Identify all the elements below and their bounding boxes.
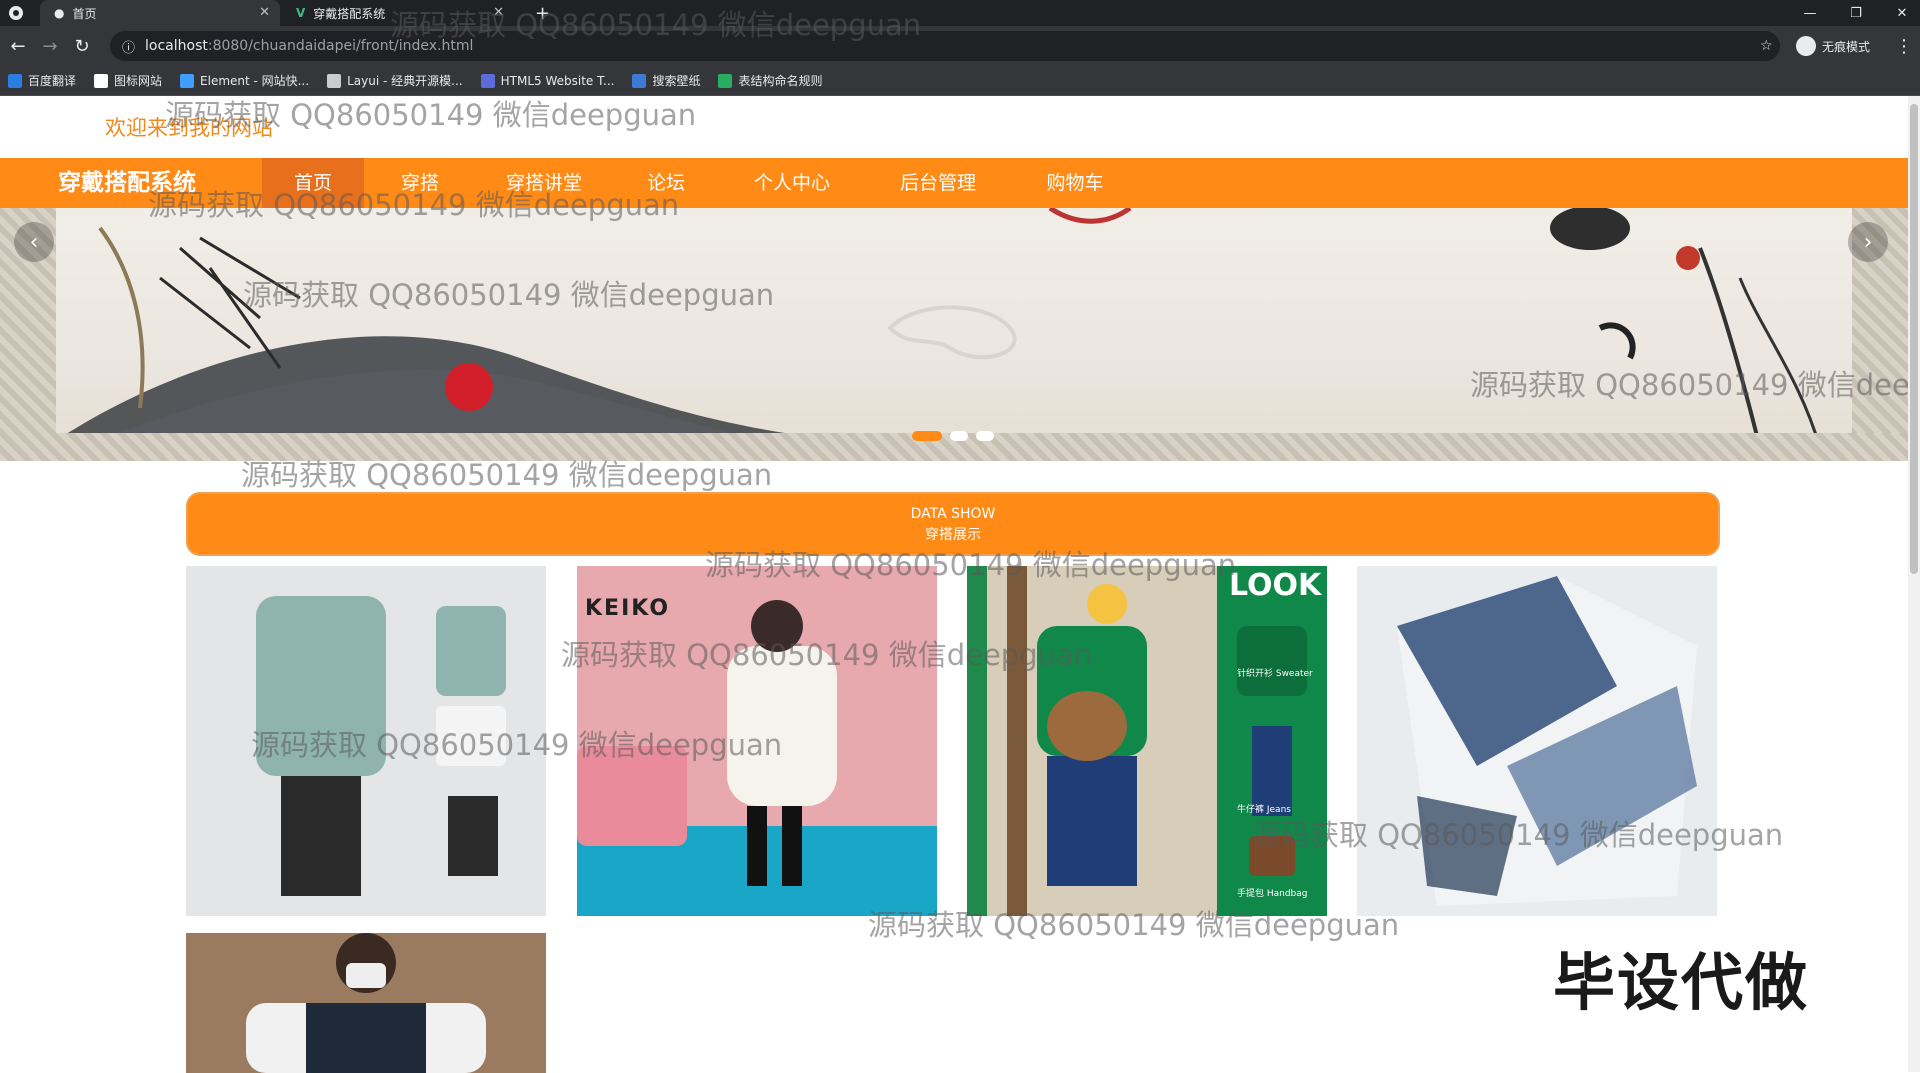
bookmark-item[interactable]: 图标网站: [94, 72, 162, 89]
tab-home[interactable]: ● 首页 ✕: [40, 0, 280, 26]
brand-title: 穿戴搭配系统: [58, 170, 196, 196]
bookmark-icon: [8, 73, 22, 88]
carousel-next-icon[interactable]: ›: [1848, 222, 1888, 262]
look-label: LOOK: [1229, 568, 1322, 603]
page-scrollbar[interactable]: [1908, 96, 1920, 1072]
bookmark-item[interactable]: 表结构命名规则: [718, 72, 822, 89]
carousel-dot[interactable]: [950, 431, 968, 441]
bookmark-icon: [632, 73, 647, 88]
bookmarks-bar: 百度翻译 图标网站 Element - 网站快... Layui - 经典开源模...…: [0, 66, 1920, 96]
nav-item-lectures[interactable]: 穿搭讲堂: [494, 158, 594, 208]
tab-system[interactable]: V 穿戴搭配系统 ✕: [284, 0, 514, 26]
nav-item-cart[interactable]: 购物车: [1035, 158, 1115, 208]
bookmark-item[interactable]: Layui - 经典开源模...: [327, 72, 463, 89]
nav-item-admin[interactable]: 后台管理: [888, 158, 988, 208]
incognito-icon: [1796, 36, 1816, 56]
seal-icon: [445, 363, 493, 411]
bookmark-label: 图标网站: [114, 74, 163, 88]
product-card-varsity-jacket[interactable]: [186, 933, 546, 1073]
address-bar-row: ← → ↻ ⓘ localhost:8080/chuandaidapei/fro…: [0, 26, 1920, 66]
section-title-en: DATA SHOW: [910, 506, 996, 522]
carousel-prev-icon[interactable]: ‹: [14, 222, 54, 262]
minimize-icon[interactable]: —: [1792, 0, 1828, 26]
browser-menu-icon[interactable]: [8, 0, 30, 26]
back-icon[interactable]: ←: [6, 34, 30, 58]
section-title-cn: 穿搭展示: [925, 527, 981, 543]
section-header: DATA SHOW 穿搭展示: [186, 492, 1720, 556]
tag-sweater: 针织开衫 Sweater: [1237, 669, 1313, 679]
product-card-green-sweater[interactable]: LOOK 针织开衫 Sweater 牛仔裤 Jeans 手提包 Handbag: [967, 566, 1327, 916]
forward-icon[interactable]: →: [38, 34, 62, 58]
product-card-white-coat[interactable]: KEIKO: [577, 566, 937, 916]
product-image: [256, 596, 506, 896]
restore-icon[interactable]: ❐: [1838, 0, 1874, 26]
welcome-text: 欢迎来到我的网站: [105, 116, 273, 140]
product-image: [967, 566, 1327, 916]
main-nav: 穿戴搭配系统 首页 穿搭 穿搭讲堂 论坛 个人中心 后台管理 购物车: [0, 158, 1908, 208]
promo-stamp: 毕设代做: [1553, 946, 1810, 1019]
bookmark-label: 表结构命名规则: [738, 74, 823, 88]
url-host: localhost: [145, 38, 208, 54]
banner-carousel: ‹ ›: [0, 208, 1908, 461]
info-icon: ⓘ: [122, 40, 136, 56]
nav-item-home[interactable]: 首页: [262, 158, 364, 208]
bookmark-label: Element - 网站快...: [200, 74, 310, 88]
vue-icon: V: [296, 6, 306, 20]
url-input[interactable]: ⓘ localhost:8080/chuandaidapei/front/ind…: [110, 31, 1780, 61]
new-tab-button[interactable]: +: [535, 0, 557, 26]
bookmark-icon: [94, 73, 109, 88]
bookmark-icon: [180, 73, 195, 88]
nav-item-outfits[interactable]: 穿搭: [390, 158, 450, 208]
bookmark-item[interactable]: Element - 网站快...: [180, 72, 309, 89]
carousel-dot[interactable]: [976, 431, 994, 441]
browser-tabstrip: ● 首页 ✕ V 穿戴搭配系统 ✕ + — ❐ ✕: [0, 0, 1920, 26]
tag-handbag: 手提包 Handbag: [1237, 889, 1308, 899]
scrollbar-thumb[interactable]: [1910, 104, 1918, 574]
product-image: [1397, 576, 1697, 906]
bookmark-icon: [480, 73, 495, 88]
close-icon[interactable]: ✕: [493, 5, 504, 20]
product-image: [186, 933, 546, 1073]
nav-item-forum[interactable]: 论坛: [636, 158, 696, 208]
tab-title: 穿戴搭配系统: [313, 6, 386, 21]
tab-title: 首页: [72, 6, 97, 21]
product-card-jacket-set[interactable]: [186, 566, 546, 916]
carousel-dot[interactable]: [912, 431, 942, 441]
globe-icon: ●: [54, 6, 65, 20]
close-icon[interactable]: ✕: [259, 5, 270, 20]
more-menu-icon[interactable]: ⋮: [1892, 34, 1916, 58]
banner-ink-painting: [60, 208, 1822, 449]
tag-jeans: 牛仔裤 Jeans: [1237, 805, 1291, 815]
star-icon[interactable]: ☆: [1760, 38, 1773, 54]
url-path: :8080/chuandaidapei/front/index.html: [207, 38, 474, 54]
bookmark-icon: [718, 73, 733, 88]
bookmark-label: Layui - 经典开源模...: [347, 74, 463, 88]
nav-item-profile[interactable]: 个人中心: [742, 158, 842, 208]
reload-icon[interactable]: ↻: [70, 34, 94, 58]
brand-logo: KEIKO: [585, 596, 671, 621]
incognito-indicator[interactable]: 无痕模式: [1796, 36, 1870, 56]
bookmark-icon: [327, 73, 342, 88]
bookmark-item[interactable]: 百度翻译: [8, 72, 76, 89]
window-close-icon[interactable]: ✕: [1884, 0, 1920, 26]
bookmark-label: 搜索壁纸: [652, 74, 701, 88]
product-card-printed-shirt[interactable]: [1357, 566, 1717, 916]
bookmark-item[interactable]: 搜索壁纸: [632, 72, 700, 89]
incognito-label: 无痕模式: [1822, 39, 1871, 54]
bookmark-label: HTML5 Website T...: [500, 73, 615, 88]
bookmark-label: 百度翻译: [28, 74, 77, 88]
bookmark-item[interactable]: HTML5 Website T...: [480, 73, 615, 88]
